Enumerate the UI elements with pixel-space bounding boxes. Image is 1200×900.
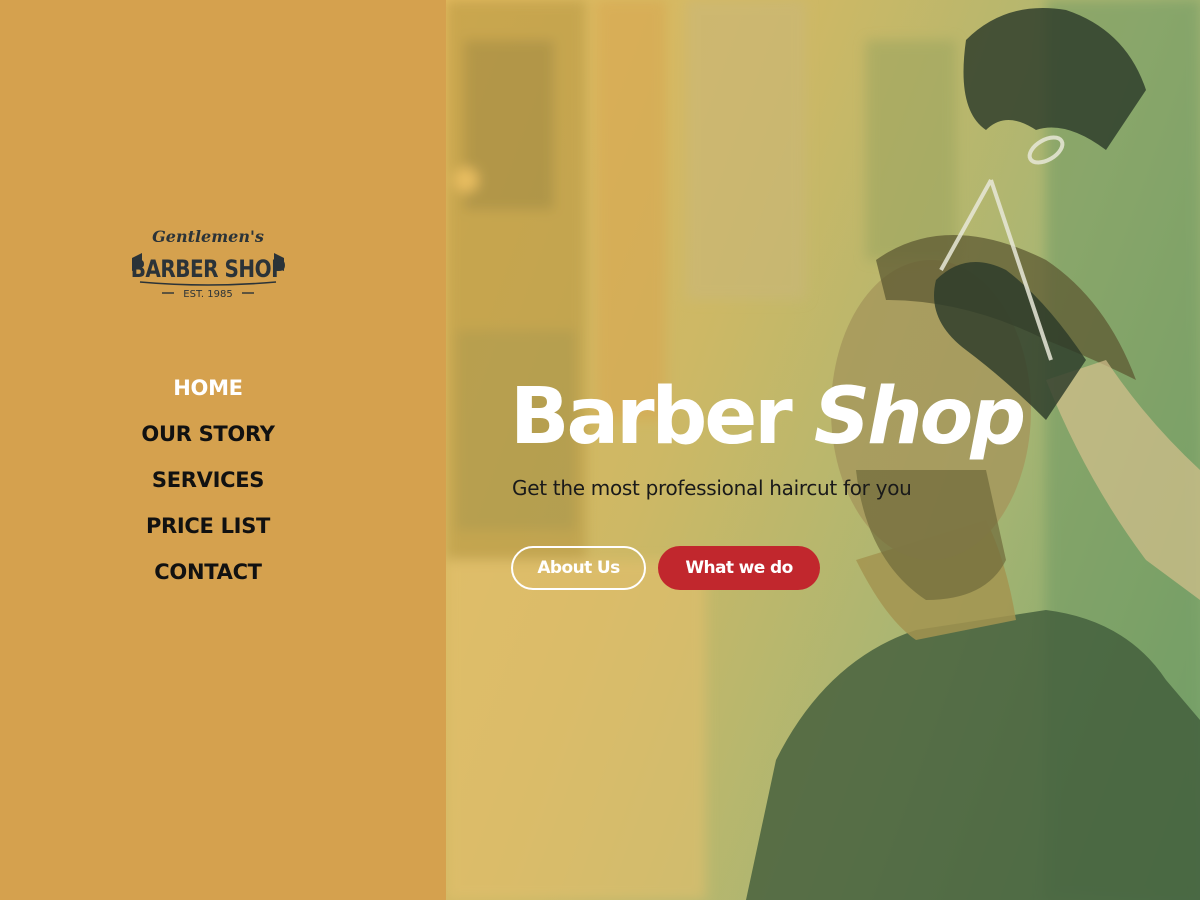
nav-item-services: SERVICES <box>0 458 416 504</box>
nav-item-home: HOME <box>0 366 416 412</box>
nav-link-price-list[interactable]: PRICE LIST <box>146 504 270 548</box>
about-us-button[interactable]: About Us <box>511 546 646 590</box>
main-nav: HOME OUR STORY SERVICES PRICE LIST CONTA… <box>0 366 416 596</box>
nav-item-contact: CONTACT <box>0 550 416 596</box>
logo-main-text: BARBER SHOP <box>131 255 286 283</box>
hero-title: Barber Shop <box>510 372 1026 462</box>
brand-logo[interactable]: Gentlemen's BARBER SHOP EST. 1985 <box>128 222 288 302</box>
logo-est-text: EST. 1985 <box>183 289 232 300</box>
hero-subtitle: Get the most professional haircut for yo… <box>512 476 912 500</box>
sidebar: Gentlemen's BARBER SHOP EST. 1985 HOME O… <box>0 0 446 900</box>
hero-section: Barber Shop Get the most professional ha… <box>446 0 1200 900</box>
what-we-do-button[interactable]: What we do <box>658 546 820 590</box>
nav-item-price-list: PRICE LIST <box>0 504 416 550</box>
nav-link-home[interactable]: HOME <box>173 366 243 410</box>
nav-link-services[interactable]: SERVICES <box>152 458 264 502</box>
nav-link-contact[interactable]: CONTACT <box>154 550 262 594</box>
page: Gentlemen's BARBER SHOP EST. 1985 HOME O… <box>0 0 1200 900</box>
hero-title-plain: Barber <box>510 372 793 462</box>
nav-link-our-story[interactable]: OUR STORY <box>141 412 275 456</box>
logo-script-text: Gentlemen's <box>152 227 264 246</box>
nav-item-our-story: OUR STORY <box>0 412 416 458</box>
hero-title-italic: Shop <box>813 372 1026 462</box>
